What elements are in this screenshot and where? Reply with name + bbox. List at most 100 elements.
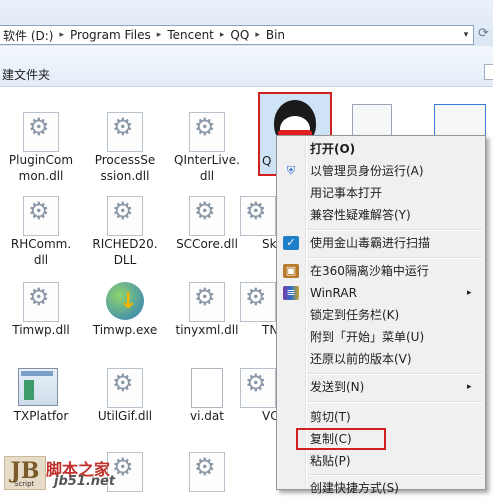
file-item[interactable]: Timwp.exe bbox=[84, 282, 166, 338]
file-item[interactable]: SCCore.dll bbox=[166, 196, 248, 252]
dll-gear-icon bbox=[240, 196, 276, 236]
file-name: RHComm. dll bbox=[10, 237, 72, 267]
menu-item-run-as-admin[interactable]: ⛨ 以管理员身份运行(A) bbox=[277, 160, 485, 182]
menu-item-winrar[interactable]: ≡ WinRAR ▸ bbox=[277, 282, 485, 304]
file-item[interactable]: ProcessSe ssion.dll bbox=[84, 112, 166, 184]
menu-item-label: 剪切(T) bbox=[310, 410, 351, 424]
file-item[interactable] bbox=[166, 452, 248, 492]
menu-item-compat-troubleshoot[interactable]: 兼容性疑难解答(Y) bbox=[277, 204, 485, 226]
menu-item-label: 在360隔离沙箱中运行 bbox=[310, 264, 429, 278]
menu-item-label: 打开(O) bbox=[310, 142, 356, 156]
file-item[interactable]: TXPlatfor bbox=[0, 368, 82, 424]
menu-item-360-sandbox[interactable]: ▣ 在360隔离沙箱中运行 bbox=[277, 260, 485, 282]
file-name: TN bbox=[262, 323, 279, 337]
file-name: QInterLive. dll bbox=[174, 153, 240, 183]
chevron-right-icon: ▸ bbox=[467, 288, 472, 298]
logo-script-text: Script bbox=[14, 480, 35, 488]
file-item[interactable]: RICHED20. DLL bbox=[84, 196, 166, 268]
winrar-icon: ≡ bbox=[283, 286, 299, 300]
menu-item-cut[interactable]: 剪切(T) bbox=[277, 406, 485, 428]
dll-gear-icon bbox=[189, 196, 225, 236]
dll-gear-icon bbox=[23, 196, 59, 236]
file-item[interactable]: RHComm. dll bbox=[0, 196, 82, 268]
chevron-right-icon: ▸ bbox=[467, 382, 472, 392]
view-options-button[interactable] bbox=[484, 64, 493, 80]
menu-item-label: 用记事本打开 bbox=[310, 186, 383, 200]
file-name: Timwp.exe bbox=[92, 323, 158, 337]
sandbox-360-icon: ▣ bbox=[283, 264, 299, 278]
breadcrumb[interactable]: 软件 (D:) ▸ Program Files ▸ Tencent ▸ QQ ▸… bbox=[0, 25, 474, 45]
menu-item-create-shortcut[interactable]: 创建快捷方式(S) bbox=[277, 477, 485, 499]
file-name: tinyxml.dll bbox=[175, 323, 239, 337]
window-app-icon[interactable] bbox=[434, 104, 486, 138]
file-item[interactable]: QInterLive. dll bbox=[166, 112, 248, 184]
new-folder-button[interactable]: 建文件夹 bbox=[2, 66, 50, 83]
menu-item-label: 使用金山毒霸进行扫描 bbox=[310, 236, 431, 250]
menu-item-label: 锁定到任务栏(K) bbox=[310, 308, 400, 322]
file-name: UtilGif.dll bbox=[97, 409, 153, 423]
chevron-right-icon[interactable]: ▸ bbox=[57, 30, 66, 40]
menu-item-label: 兼容性疑难解答(Y) bbox=[310, 208, 411, 222]
menu-item-restore-versions[interactable]: 还原以前的版本(V) bbox=[277, 348, 485, 370]
menu-separator bbox=[307, 229, 483, 231]
address-bar-area: 软件 (D:) ▸ Program Files ▸ Tencent ▸ QQ ▸… bbox=[0, 0, 493, 47]
file-item[interactable]: UtilGif.dll bbox=[84, 368, 166, 424]
menu-item-open[interactable]: 打开(O) bbox=[277, 138, 485, 160]
menu-item-paste[interactable]: 粘贴(P) bbox=[277, 450, 485, 472]
menu-item-label: 还原以前的版本(V) bbox=[310, 352, 412, 366]
refresh-icon[interactable]: ⟳ bbox=[478, 26, 493, 44]
menu-item-label: 以管理员身份运行(A) bbox=[310, 164, 424, 178]
dll-gear-icon bbox=[23, 112, 59, 152]
file-name: Timwp.dll bbox=[12, 323, 70, 337]
shield-icon: ⛨ bbox=[286, 164, 296, 177]
menu-item-open-with-notepad[interactable]: 用记事本打开 bbox=[277, 182, 485, 204]
chevron-right-icon[interactable]: ▸ bbox=[253, 30, 262, 40]
file-item[interactable]: PluginCom mon.dll bbox=[0, 112, 82, 184]
file-name: VC bbox=[262, 409, 279, 423]
dll-gear-icon bbox=[23, 282, 59, 322]
breadcrumb-tencent[interactable]: Tencent bbox=[163, 28, 218, 42]
dll-gear-icon bbox=[240, 282, 276, 322]
file-item[interactable]: TN bbox=[240, 282, 280, 338]
breadcrumb-program-files[interactable]: Program Files bbox=[66, 28, 155, 42]
menu-separator bbox=[307, 401, 483, 403]
file-item[interactable]: Sk bbox=[240, 196, 280, 252]
menu-item-label: 附到「开始」菜单(U) bbox=[310, 330, 425, 344]
menu-item-pin-taskbar[interactable]: 锁定到任务栏(K) bbox=[277, 304, 485, 326]
dll-gear-icon bbox=[189, 452, 225, 492]
dll-gear-icon bbox=[107, 368, 143, 408]
menu-item-pin-start[interactable]: 附到「开始」菜单(U) bbox=[277, 326, 485, 348]
kingsoft-antivirus-icon: ✓ bbox=[283, 236, 299, 250]
breadcrumb-drive[interactable]: 软件 (D:) bbox=[0, 27, 57, 44]
file-item[interactable]: vi.dat bbox=[166, 368, 248, 424]
file-name: SCCore.dll bbox=[176, 237, 238, 251]
dll-gear-icon bbox=[189, 112, 225, 152]
dll-gear-icon bbox=[107, 112, 143, 152]
file-item[interactable]: Timwp.dll bbox=[0, 282, 82, 338]
menu-item-label: 粘贴(P) bbox=[310, 454, 351, 468]
logo-site-url: jb51.net bbox=[54, 474, 116, 489]
breadcrumb-bin[interactable]: Bin bbox=[262, 28, 289, 42]
chevron-right-icon[interactable]: ▸ bbox=[155, 30, 164, 40]
file-item[interactable]: tinyxml.dll bbox=[166, 282, 248, 338]
window-app-icon bbox=[18, 368, 58, 406]
dll-gear-icon bbox=[189, 282, 225, 322]
file-name: ProcessSe ssion.dll bbox=[94, 153, 156, 183]
file-name: vi.dat bbox=[190, 409, 224, 423]
breadcrumb-qq[interactable]: QQ bbox=[226, 28, 253, 42]
chevron-right-icon[interactable]: ▸ bbox=[218, 30, 227, 40]
menu-item-label: 创建快捷方式(S) bbox=[310, 481, 399, 495]
menu-separator bbox=[307, 474, 483, 476]
file-name: PluginCom mon.dll bbox=[8, 153, 74, 183]
blank-file-icon bbox=[191, 368, 223, 408]
globe-exe-icon bbox=[106, 282, 144, 320]
file-name: Q bbox=[262, 154, 272, 168]
file-name: TXPlatfor bbox=[13, 409, 69, 423]
address-dropdown-icon[interactable]: ▾ bbox=[458, 27, 474, 43]
file-item[interactable]: VC bbox=[240, 368, 280, 424]
window-app-icon[interactable] bbox=[352, 104, 392, 138]
menu-separator bbox=[307, 373, 483, 375]
menu-item-kingsoft-scan[interactable]: ✓ 使用金山毒霸进行扫描 bbox=[277, 232, 485, 254]
menu-item-send-to[interactable]: 发送到(N) ▸ bbox=[277, 376, 485, 398]
file-name: Sk bbox=[262, 237, 277, 251]
